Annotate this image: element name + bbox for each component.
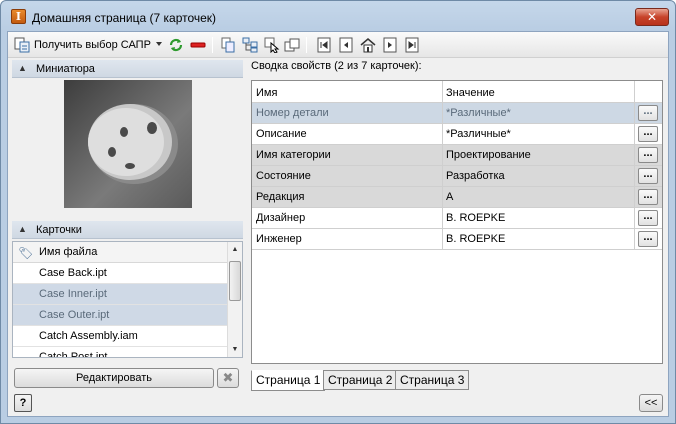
property-value[interactable]: *Различные*	[446, 107, 511, 119]
cards-section-header[interactable]: ▲ Карточки	[12, 221, 243, 239]
property-value[interactable]: A	[446, 191, 453, 203]
window-title: Домашняя страница (7 карточек)	[32, 11, 217, 25]
tab-page-2[interactable]: Страница 2	[323, 370, 398, 390]
card-row[interactable]: Case Back.ipt	[13, 263, 227, 284]
property-name: Состояние	[256, 170, 311, 182]
ellipsis-button[interactable]: ...	[638, 210, 658, 226]
part-thumbnail	[64, 80, 192, 208]
property-row[interactable]: Дизайнер B. ROEPKE ...	[252, 208, 662, 229]
refresh-icon[interactable]	[168, 37, 184, 53]
title-bar[interactable]: I Домашняя страница (7 карточек) ✕	[1, 1, 675, 31]
property-name: Описание	[256, 128, 307, 140]
ellipsis-button[interactable]: ...	[638, 126, 658, 142]
remove-icon[interactable]	[190, 37, 206, 53]
cards-scrollbar[interactable]: ▲ ▼	[227, 242, 242, 357]
tag-icon: 🏷	[18, 246, 34, 260]
part-preview-image	[88, 104, 178, 184]
prev-page-icon[interactable]	[338, 37, 354, 53]
thumbnail-header-label: Миниатюра	[36, 63, 95, 75]
toolbar: Получить выбор САПР	[8, 32, 668, 58]
property-value[interactable]: *Различные*	[446, 128, 511, 140]
property-name: Дизайнер	[256, 212, 306, 224]
edit-button[interactable]: Редактировать	[14, 368, 214, 388]
cards-column-header[interactable]: 🏷 Имя файла	[13, 242, 227, 263]
card-row[interactable]: Catch Assembly.iam	[13, 326, 227, 347]
property-value[interactable]: Проектирование	[446, 149, 531, 161]
value-column-header[interactable]: Значение	[446, 87, 495, 99]
ellipsis-button[interactable]: ...	[638, 147, 658, 163]
card-row[interactable]: Catch Post.ipt	[13, 347, 227, 357]
property-row[interactable]: Номер детали *Различные* ...	[252, 103, 662, 124]
property-row[interactable]: Описание *Различные* ...	[252, 124, 662, 145]
select-cursor-icon[interactable]	[264, 37, 280, 53]
ellipsis-button[interactable]: ...	[638, 189, 658, 205]
toolbar-separator	[306, 37, 307, 53]
scroll-up-icon[interactable]: ▲	[228, 242, 242, 257]
cards-header-label: Карточки	[36, 224, 82, 236]
get-cad-selection-label: Получить выбор САПР	[34, 39, 151, 51]
thumbnail-section-header[interactable]: ▲ Миниатюра	[12, 60, 243, 78]
property-name: Номер детали	[256, 107, 329, 119]
help-button[interactable]: ?	[14, 394, 32, 412]
card-row[interactable]: Case Inner.ipt	[13, 284, 227, 305]
tree-icon[interactable]	[242, 37, 258, 53]
inventor-app-icon: I	[11, 9, 26, 24]
column-divider	[634, 81, 635, 249]
toolbar-separator	[212, 37, 213, 53]
tab-page-1[interactable]: Страница 1	[251, 370, 326, 391]
property-name: Инженер	[256, 233, 302, 245]
cards-list: 🏷 Имя файла Case Back.ipt Case Inner.ipt…	[12, 241, 243, 358]
get-selection-icon	[14, 37, 30, 53]
property-value[interactable]: Разработка	[446, 170, 505, 182]
delete-card-button[interactable]: ✖	[217, 368, 239, 388]
next-page-icon[interactable]	[382, 37, 398, 53]
property-name: Редакция	[256, 191, 305, 203]
scroll-thumb[interactable]	[229, 261, 241, 301]
collapse-chevron-icon: ▲	[18, 224, 27, 234]
first-page-icon[interactable]	[316, 37, 332, 53]
chevron-down-icon[interactable]	[156, 42, 162, 46]
property-value[interactable]: B. ROEPKE	[446, 233, 505, 245]
property-row[interactable]: Состояние Разработка ...	[252, 166, 662, 187]
property-value[interactable]: B. ROEPKE	[446, 212, 505, 224]
property-row[interactable]: Инженер B. ROEPKE ...	[252, 229, 662, 250]
home-page-icon[interactable]	[360, 37, 376, 53]
grid-header: Имя Значение	[252, 81, 662, 103]
properties-summary-label: Сводка свойств (2 из 7 карточек):	[251, 60, 422, 72]
properties-grid: Имя Значение Номер детали *Различные* ..…	[251, 80, 663, 364]
left-panel: ▲ Миниатюра ▲ Карточки 🏷 Имя файла Case …	[12, 58, 243, 388]
filename-column-label: Имя файла	[39, 246, 98, 258]
collapse-panel-button[interactable]: <<	[639, 394, 663, 412]
delete-icon: ✖	[222, 370, 234, 385]
column-divider[interactable]	[442, 81, 443, 249]
property-row[interactable]: Редакция A ...	[252, 187, 662, 208]
property-name: Имя категории	[256, 149, 331, 161]
tab-page-3[interactable]: Страница 3	[395, 370, 470, 390]
get-cad-selection-button[interactable]: Получить выбор САПР	[12, 36, 164, 54]
last-page-icon[interactable]	[404, 37, 420, 53]
help-icon: ?	[19, 397, 27, 409]
ellipsis-button[interactable]: ...	[638, 168, 658, 184]
ellipsis-button[interactable]: ...	[638, 105, 658, 121]
close-button[interactable]: ✕	[635, 8, 669, 26]
copy-card-icon[interactable]	[220, 37, 236, 53]
client-area: Получить выбор САПР ▲ Миниатюра ▲ Карточ…	[7, 31, 669, 417]
duplicate-icon[interactable]	[284, 37, 300, 53]
name-column-header[interactable]: Имя	[256, 87, 277, 99]
property-row[interactable]: Имя категории Проектирование ...	[252, 145, 662, 166]
card-row[interactable]: Case Outer.ipt	[13, 305, 227, 326]
ellipsis-button[interactable]: ...	[638, 231, 658, 247]
dialog-window: I Домашняя страница (7 карточек) ✕ Получ…	[0, 0, 676, 424]
collapse-chevron-icon: ▲	[18, 63, 27, 73]
scroll-down-icon[interactable]: ▼	[228, 342, 242, 357]
